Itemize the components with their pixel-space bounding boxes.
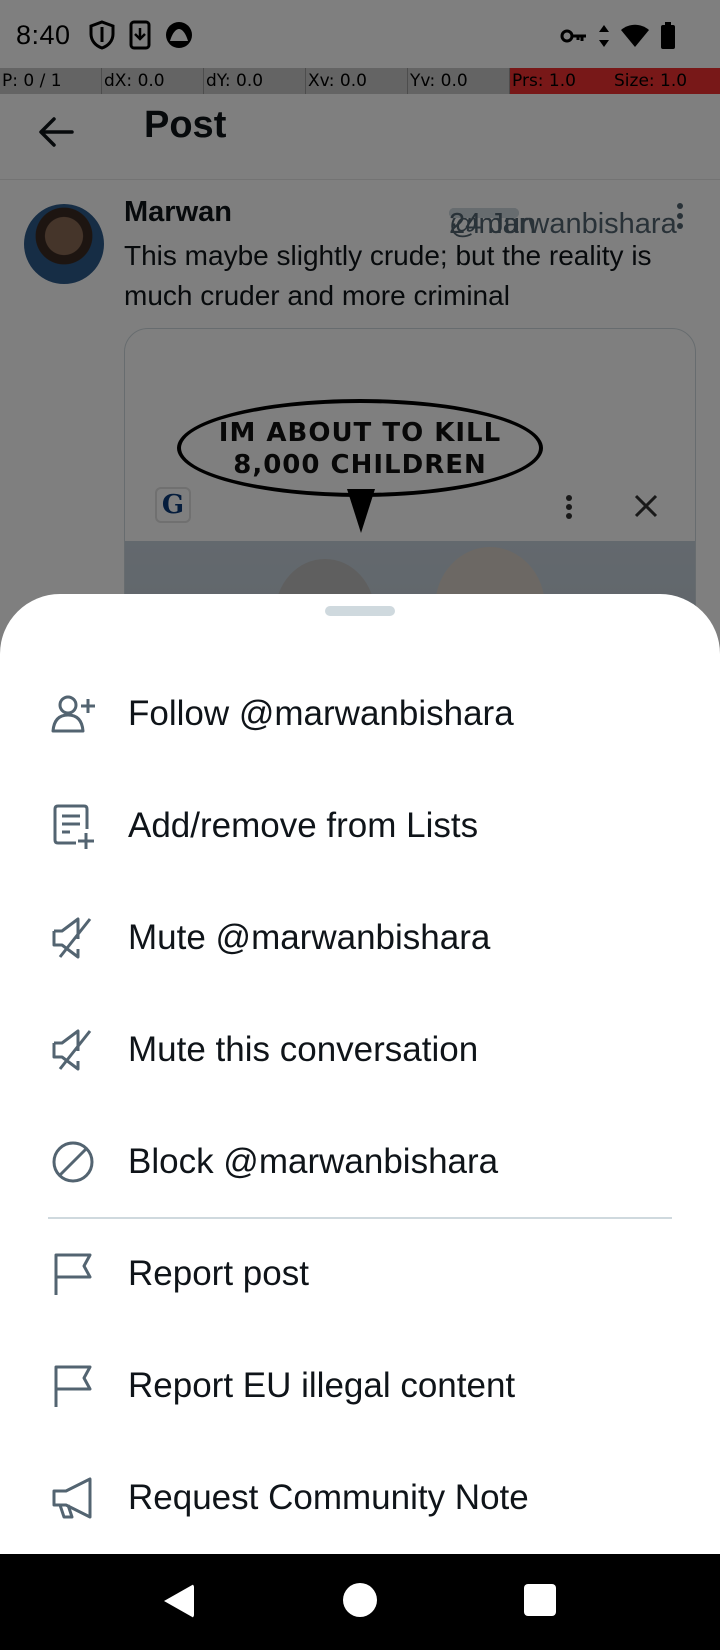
block-icon [52, 1141, 94, 1183]
mute-icon [52, 1029, 92, 1071]
menu-item-report-eu[interactable]: Report EU illegal content [0, 1330, 720, 1442]
menu-item-label: Block @marwanbishara [128, 1142, 499, 1181]
menu-item-label: Report EU illegal content [128, 1366, 516, 1405]
nav-recents-button[interactable] [524, 1584, 556, 1616]
system-navigation-bar [0, 1554, 720, 1650]
menu-item-community-note[interactable]: Request Community Note [0, 1442, 720, 1554]
menu-item-label: Mute this conversation [128, 1030, 479, 1069]
sheet-drag-handle[interactable] [325, 606, 395, 616]
menu-item-label: Mute @marwanbishara [128, 918, 491, 957]
nav-home-button[interactable] [343, 1583, 377, 1617]
menu-item-label: Follow @marwanbishara [128, 694, 514, 733]
menu-item-label: Report post [128, 1254, 309, 1293]
flag-icon [54, 1365, 92, 1407]
menu-item-label: Request Community Note [128, 1478, 529, 1517]
post-options-sheet: Follow @marwanbishara Add/remove from Li… [0, 594, 720, 1554]
menu-item-mute-user[interactable]: Mute @marwanbishara [0, 882, 720, 994]
menu-item-follow[interactable]: Follow @marwanbishara [0, 658, 720, 770]
follow-user-icon [51, 695, 95, 733]
nav-back-button[interactable] [164, 1584, 194, 1618]
mute-icon [52, 917, 92, 959]
menu-item-report-post[interactable]: Report post [0, 1218, 720, 1330]
flag-icon [54, 1253, 92, 1295]
menu-item-mute-conversation[interactable]: Mute this conversation [0, 994, 720, 1106]
list-add-icon [53, 804, 94, 849]
megaphone-icon [52, 1477, 92, 1519]
menu-item-block[interactable]: Block @marwanbishara [0, 1106, 720, 1218]
menu-item-lists[interactable]: Add/remove from Lists [0, 770, 720, 882]
menu-item-label: Add/remove from Lists [128, 806, 479, 845]
